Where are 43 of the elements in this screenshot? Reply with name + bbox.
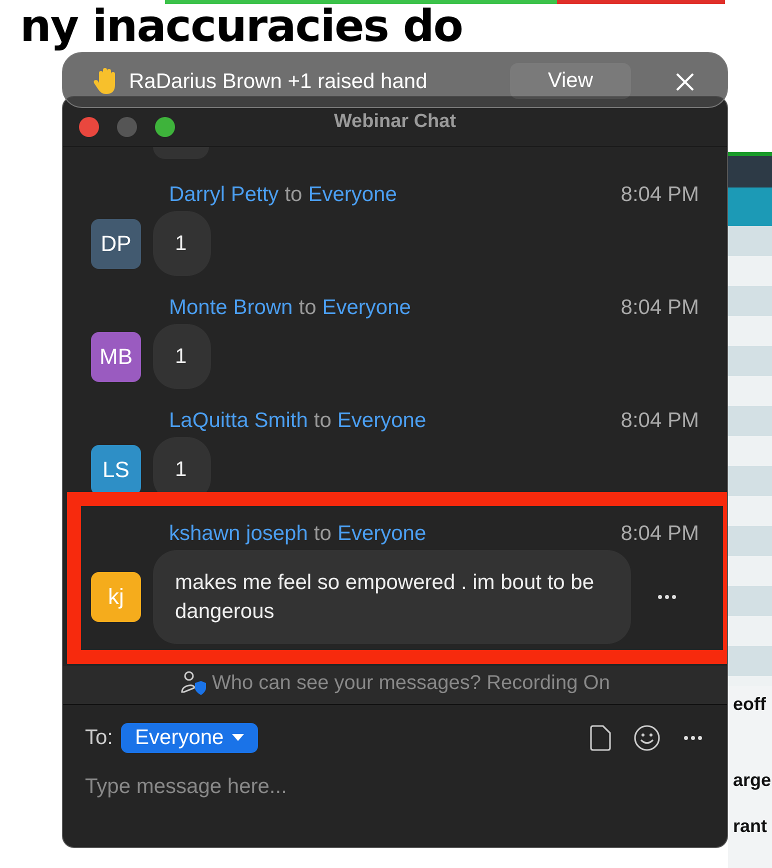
avatar: LS (91, 444, 141, 494)
file-icon[interactable] (589, 725, 611, 751)
message-bubble: makes me feel so empowered . im bout to be dangerous (153, 550, 631, 644)
message-input[interactable]: Type message here... (85, 769, 703, 805)
close-window-button[interactable] (79, 116, 99, 136)
sender-name[interactable]: kshawn joseph (169, 522, 308, 546)
message-bubble: 1 (153, 324, 211, 389)
message-bubble: 1 (153, 211, 211, 276)
recipient-name: Everyone (337, 522, 426, 546)
sender-name[interactable]: LaQuitta Smith (169, 409, 308, 433)
to-label: to (284, 183, 302, 207)
sender-name[interactable]: Darryl Petty (169, 183, 279, 207)
to-label: to (314, 409, 332, 433)
slide-table-text: rant (733, 815, 768, 837)
slide-table-text: eoff (733, 693, 767, 715)
recipient-name: Everyone (337, 409, 426, 433)
avatar: DP (91, 218, 141, 268)
to-label: to (298, 296, 316, 320)
message-bubble (153, 147, 209, 159)
emoji-icon[interactable] (633, 724, 661, 752)
avatar: kj (91, 572, 141, 622)
caret-icon (232, 734, 244, 742)
notification-text: RaDarius Brown +1 raised hand (129, 70, 428, 94)
recipient-name: Everyone (308, 183, 397, 207)
more-icon[interactable] (683, 735, 703, 741)
message-time: 8:04 PM (620, 296, 699, 320)
recipient-dropdown[interactable]: Everyone (121, 723, 258, 753)
to-label: to (314, 522, 332, 546)
window-title: Webinar Chat (334, 111, 456, 133)
zoom-window-button[interactable] (155, 116, 175, 136)
slide-table-text: arge (733, 769, 772, 791)
more-icon[interactable] (657, 594, 677, 600)
message-time: 8:04 PM (620, 522, 699, 546)
recipient-name: Everyone (322, 296, 411, 320)
avatar: MB (91, 332, 141, 382)
view-button[interactable]: View (510, 63, 631, 99)
to-label: To: (85, 726, 114, 750)
message-time: 8:04 PM (620, 409, 699, 433)
sender-name[interactable]: Monte Brown (169, 296, 293, 320)
slide-heading: ny inaccuracies do (19, 4, 464, 50)
close-icon[interactable] (675, 72, 695, 92)
people-shield-icon (180, 670, 206, 696)
message-time: 8:04 PM (620, 183, 699, 207)
